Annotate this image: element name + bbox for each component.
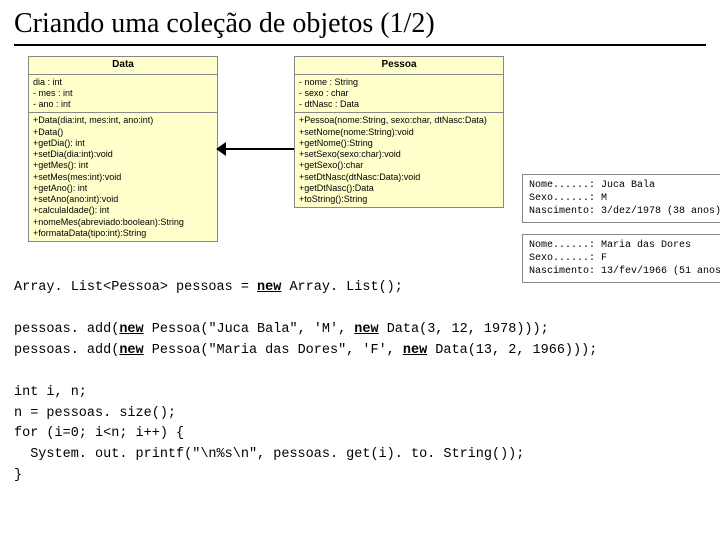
uml-op: +Pessoa(nome:String, sexo:char, dtNasc:D… [299,115,499,126]
code-text: Data(13, 2, 1966))); [427,343,597,358]
diagram-area: Data dia : int - mes : int - ano : int +… [14,56,706,296]
uml-association-arrow [216,142,226,156]
uml-attr: - mes : int [33,88,213,99]
uml-op: +getDia(): int [33,138,213,149]
uml-op: +setAno(ano:int):void [33,194,213,205]
uml-data-attrs: dia : int - mes : int - ano : int [29,75,217,114]
keyword-new: new [119,322,143,337]
keyword-new: new [119,343,143,358]
uml-op: +getNome():String [299,138,499,149]
uml-op: +formataData(tipo:int):String [33,228,213,239]
code-text: System. out. printf("\n%s\n", pessoas. g… [14,447,524,462]
uml-op: +nomeMes(abreviado:boolean):String [33,217,213,228]
uml-attr: - ano : int [33,99,213,110]
keyword-new: new [354,322,378,337]
code-text: } [14,468,22,483]
code-text: for (i=0; i<n; i++) { [14,426,184,441]
uml-data-ops: +Data(dia:int, mes:int, ano:int) +Data()… [29,113,217,241]
code-text: Pessoa("Maria das Dores", 'F', [144,343,403,358]
uml-class-pessoa: Pessoa - nome : String - sexo : char - d… [294,56,504,208]
uml-op: +setDtNasc(dtNasc:Data):void [299,172,499,183]
keyword-new: new [403,343,427,358]
code-text: Data(3, 12, 1978))); [379,322,549,337]
output-box-1: Nome......: Juca Bala Sexo......: M Nasc… [522,174,720,223]
uml-op: +setMes(mes:int):void [33,172,213,183]
uml-op: +calculaIdade(): int [33,205,213,216]
uml-association-line [218,148,294,150]
uml-op: +getMes(): int [33,160,213,171]
uml-op: +Data(dia:int, mes:int, ano:int) [33,115,213,126]
uml-pessoa-ops: +Pessoa(nome:String, sexo:char, dtNasc:D… [295,113,503,207]
uml-data-name: Data [29,57,217,75]
uml-op: +toString():String [299,194,499,205]
title-divider [14,44,706,46]
uml-class-data: Data dia : int - mes : int - ano : int +… [28,56,218,242]
uml-op: +getAno(): int [33,183,213,194]
uml-op: +getDtNasc():Data [299,183,499,194]
code-text: Pessoa("Juca Bala", 'M', [144,322,355,337]
uml-attr: - nome : String [299,77,499,88]
output-box-2: Nome......: Maria das Dores Sexo......: … [522,234,720,283]
code-text: pessoas. add( [14,322,119,337]
uml-attr: dia : int [33,77,213,88]
code-text: pessoas. add( [14,343,119,358]
uml-attr: - dtNasc : Data [299,99,499,110]
uml-op: +setDia(dia:int):void [33,149,213,160]
page-title: Criando uma coleção de objetos (1/2) [14,8,706,40]
uml-op: +setSexo(sexo:char):void [299,149,499,160]
uml-pessoa-attrs: - nome : String - sexo : char - dtNasc :… [295,75,503,114]
uml-op: +Data() [33,127,213,138]
code-text: n = pessoas. size(); [14,406,176,421]
code-block: Array. List<Pessoa> pessoas = new Array.… [14,278,706,487]
uml-op: +setNome(nome:String):void [299,127,499,138]
uml-pessoa-name: Pessoa [295,57,503,75]
uml-attr: - sexo : char [299,88,499,99]
uml-op: +getSexo():char [299,160,499,171]
code-text: int i, n; [14,385,87,400]
